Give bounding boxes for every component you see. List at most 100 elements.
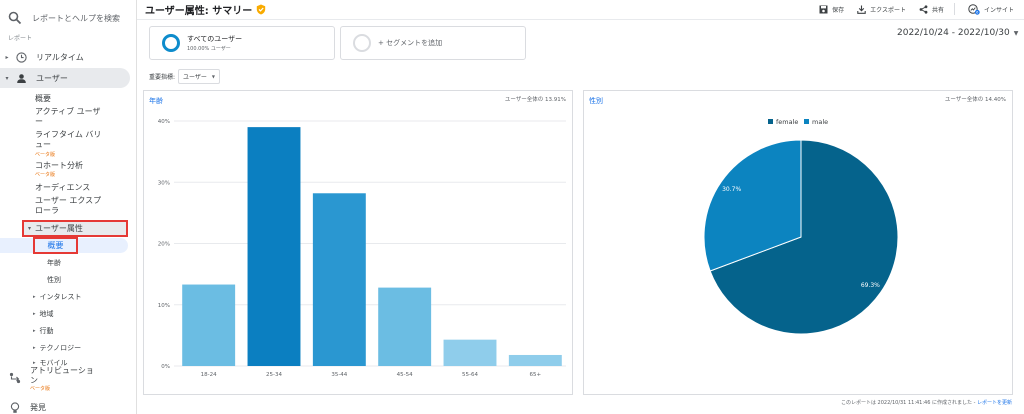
date-range-picker[interactable]: 2022/10/24 - 2022/10/30 ▼ [897,28,1018,38]
y-tick-label: 10% [158,303,170,309]
sidebar-subitem-active-users[interactable]: アクティブ ユーザ ー [35,107,101,127]
report-search[interactable]: レポートとヘルプを検索 [0,8,136,28]
legend-swatch [804,119,809,124]
legend-label: male [812,118,828,126]
attribution-icon [8,372,22,396]
sidebar-item-discover[interactable]: 発見 [0,402,136,414]
header-actions: 保存 エクスポート 共有 6 インサイト [806,3,1014,15]
age-bar[interactable] [312,193,366,366]
share-label: 共有 [931,6,944,14]
save-button[interactable]: 保存 [819,5,844,14]
age-bar[interactable] [247,127,301,366]
sidebar-subitem-lifetime-value[interactable]: ライフタイム バリ ュー [35,130,101,150]
collapse-triangle-icon: ▾ [28,225,32,232]
sidebar-subitem-interests[interactable]: ▸ インタレスト [33,292,82,302]
sidebar-item-label: 発見 [30,403,46,412]
y-tick-label: 30% [158,180,170,186]
share-button[interactable]: 共有 [919,4,944,14]
chevron-down-icon: ▼ [211,73,215,79]
age-bar[interactable] [443,339,497,366]
add-segment-button[interactable]: + セグメントを追加 [340,26,526,60]
expand-triangle-icon: ▸ [33,345,36,351]
sidebar-subitem-label: ー [35,117,43,126]
age-card-note: ユーザー全体の 13.91% [504,97,566,103]
expand-triangle-icon: ▸ [33,311,36,317]
sidebar-item-label: ユーザー属性 [35,224,83,233]
age-card-title: 年齢 [149,97,163,105]
sidebar-subitem-geo[interactable]: ▸ 地域 [33,309,54,319]
x-tick-label: 25-34 [266,372,282,378]
gender-card-note: ユーザー全体の 14.40% [944,97,1006,103]
metric-select[interactable]: ユーザー ▼ [178,68,220,84]
age-bar[interactable] [508,354,562,366]
insight-label: インサイト [983,6,1014,14]
page-title: ユーザー属性: サマリー [145,2,266,17]
sidebar-item-user[interactable]: ▾ ユーザー [0,68,130,88]
sidebar-subitem-label: 地域 [39,310,54,318]
sidebar-subitem-demographics-overview[interactable]: 概要 [33,237,78,254]
sidebar-subitem-label: ュー [35,140,51,149]
sidebar-subitem-gender[interactable]: 性別 [47,275,61,285]
export-label: エクスポート [870,6,906,14]
sidebar-item-realtime[interactable]: ▸ リアルタイム [0,47,136,67]
search-icon [8,11,22,25]
sidebar-subitem-label: インタレスト [39,293,82,301]
age-bar-chart: 0% 10% 20% 30% 40% 18-24 25-34 35-44 45-54 55-64 6… [158,119,566,378]
segment-all-users[interactable]: すべてのユーザー 100.00% ユーザー [149,26,335,60]
beta-badge: ベータ版 [35,152,56,158]
gender-card-title: 性別 [589,97,603,105]
insight-button[interactable]: 6 インサイト [968,3,1014,15]
sidebar-subitem-age[interactable]: 年齢 [47,258,61,268]
report-header: ユーザー属性: サマリー 保存 エクスポート 共有 6 インサイト [137,0,1024,20]
export-button[interactable]: エクスポート [857,5,906,14]
sidebar-item-attribution[interactable]: アトリビューショ ン ベータ版 [0,366,136,396]
lightbulb-icon [8,402,22,414]
x-tick-label: 65+ [530,372,542,378]
x-tick-label: 35-44 [331,372,347,378]
sidebar-subitem-label: テクノロジー [39,344,82,352]
empty-segment-ring-icon [353,34,371,52]
sidebar-item-label: ン [30,376,38,385]
y-tick-label: 40% [158,119,170,125]
sidebar-subitem-behavior[interactable]: ▸ 行動 [33,326,54,336]
sidebar-subitem-cohort[interactable]: コホート分析 [35,161,83,171]
metric-select-value: ユーザー [183,73,207,81]
segment-ring-icon [162,34,180,52]
gender-chart-card: 69.3% 30.7% female male 性別 ユーザー全体の 14.40% [583,90,1013,395]
page-title-text: ユーザー属性: サマリー [145,6,253,17]
age-bar[interactable] [182,284,236,366]
toolbar-divider [953,3,955,15]
x-tick-label: 45-54 [397,372,413,378]
chevron-down-icon: ▼ [1013,29,1019,37]
metric-selector-row: 重要指標: ユーザー ▼ [149,68,220,84]
sidebar-subitem-label: ユーザー エクスプ [35,196,102,205]
sidebar-item-label: ユーザー [36,73,68,83]
app-root: レポートとヘルプを検索 レポート ▸ リアルタイム ▾ ユーザー 概要 アクティ… [0,0,1024,414]
sidebar-subitem-label: 行動 [39,327,54,335]
x-tick-label: 18-24 [201,372,217,378]
sidebar-item-demographics[interactable]: ▾ ユーザー属性 [22,220,128,237]
sidebar-item-label: アトリビューショ [30,366,94,375]
segment-name: すべてのユーザー [187,35,243,43]
refresh-report-link[interactable]: レポートを更新 [977,400,1012,406]
date-range-text: 2022/10/24 - 2022/10/30 [897,28,1010,38]
search-placeholder: レポートとヘルプを検索 [32,13,120,23]
x-tick-label: 55-64 [462,372,478,378]
person-icon [14,73,28,84]
sidebar-subitem-user-explorer[interactable]: ユーザー エクスプ ローラ [35,196,101,216]
age-bar[interactable] [378,287,432,366]
metric-label: 重要指標: [149,73,176,81]
beta-badge: ベータ版 [30,386,51,392]
share-icon [919,4,928,14]
gender-pie-chart: 69.3% 30.7% female male [703,118,899,335]
report-generated-note: このレポートは 2022/10/31 11:41:46 に作成されました - レ… [841,399,1012,406]
sidebar-subitem-overview[interactable]: 概要 [35,94,51,104]
sidebar-subitem-technology[interactable]: ▸ テクノロジー [33,343,81,353]
sidebar-subitem-audience[interactable]: オーディエンス [35,183,90,193]
collapse-triangle-icon: ▾ [5,74,9,82]
sidebar: レポートとヘルプを検索 レポート ▸ リアルタイム ▾ ユーザー 概要 アクティ… [0,0,137,414]
legend-label: female [776,118,798,126]
sidebar-subitem-label: アクティブ ユーザ [35,107,101,116]
age-chart-card: 0% 10% 20% 30% 40% 18-24 25-34 35-44 45-54 55-64 6… [143,90,573,395]
sidebar-subitem-label: ライフタイム バリ [35,130,102,139]
